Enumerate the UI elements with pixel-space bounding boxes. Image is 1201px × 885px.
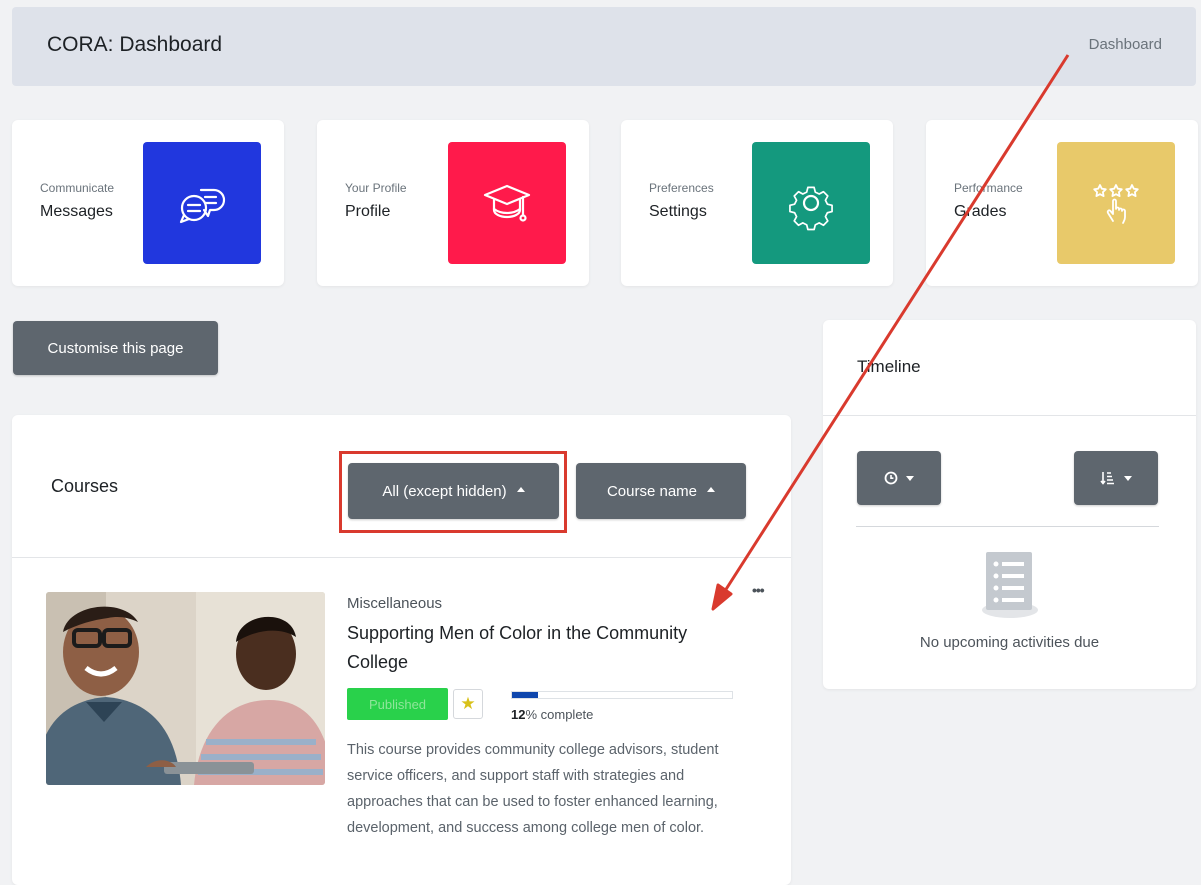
tile-label: Settings <box>649 203 707 220</box>
progress-text: 12% complete <box>511 707 593 722</box>
courses-card: Courses All (except hidden) Course name <box>12 415 791 885</box>
caret-down-icon <box>906 475 914 481</box>
tile-profile[interactable]: Your Profile Profile <box>317 120 589 286</box>
tile-subtitle: Performance <box>954 181 1023 195</box>
timeline-sort-button[interactable] <box>1074 451 1158 505</box>
tile-subtitle: Communicate <box>40 181 115 195</box>
tile-label: Profile <box>345 203 391 220</box>
tile-subtitle: Preferences <box>649 181 714 195</box>
status-badge: Published <box>347 688 448 720</box>
progress-suffix: % complete <box>525 707 594 722</box>
divider <box>823 415 1196 416</box>
progress-bar <box>511 691 733 699</box>
tile-grades[interactable]: Performance Grades <box>926 120 1198 286</box>
caret-down-icon <box>1124 475 1132 481</box>
gear-icon <box>752 142 870 264</box>
course-menu-icon[interactable]: ••• <box>752 582 765 598</box>
course-category: Miscellaneous <box>347 595 443 612</box>
progress-bar-fill <box>512 692 539 698</box>
caret-up-icon <box>707 486 716 492</box>
stars-hand-icon <box>1057 142 1175 264</box>
divider <box>856 526 1159 527</box>
chat-bubbles-icon <box>143 142 261 264</box>
sort-label: Course name <box>606 482 698 500</box>
clock-icon <box>884 471 898 485</box>
progress-number: 12 <box>511 707 526 722</box>
empty-list-icon <box>970 550 1050 625</box>
tile-messages[interactable]: Communicate Messages <box>12 120 284 286</box>
breadcrumb-dashboard[interactable]: Dashboard <box>1089 36 1162 53</box>
sort-dropdown-button[interactable]: Course name <box>576 463 746 519</box>
tile-settings[interactable]: Preferences Settings <box>621 120 893 286</box>
divider <box>12 557 791 558</box>
sort-list-icon <box>1100 472 1114 485</box>
course-title-link[interactable]: Supporting Men of Color in the Community… <box>347 619 747 677</box>
annotation-highlight-box <box>339 451 567 533</box>
graduation-cap-icon <box>448 142 566 264</box>
course-image[interactable] <box>46 592 325 785</box>
tile-label: Grades <box>954 203 1007 220</box>
timeline-card: Timeline No upcoming activities due <box>823 320 1196 689</box>
timeline-empty-text: No upcoming activities due <box>919 634 1100 651</box>
tile-label: Messages <box>40 203 113 220</box>
page-header: CORA: Dashboard Dashboard <box>12 7 1196 86</box>
courses-title: Courses <box>51 476 119 496</box>
tile-subtitle: Your Profile <box>345 181 407 195</box>
star-favourite-icon[interactable]: ★ <box>453 689 483 719</box>
customise-page-button[interactable]: Customise this page <box>13 321 218 375</box>
course-description: This course provides community college a… <box>347 742 719 836</box>
timeline-filter-button[interactable] <box>857 451 941 505</box>
page-title: CORA: Dashboard <box>47 33 223 56</box>
timeline-title: Timeline <box>857 357 921 376</box>
